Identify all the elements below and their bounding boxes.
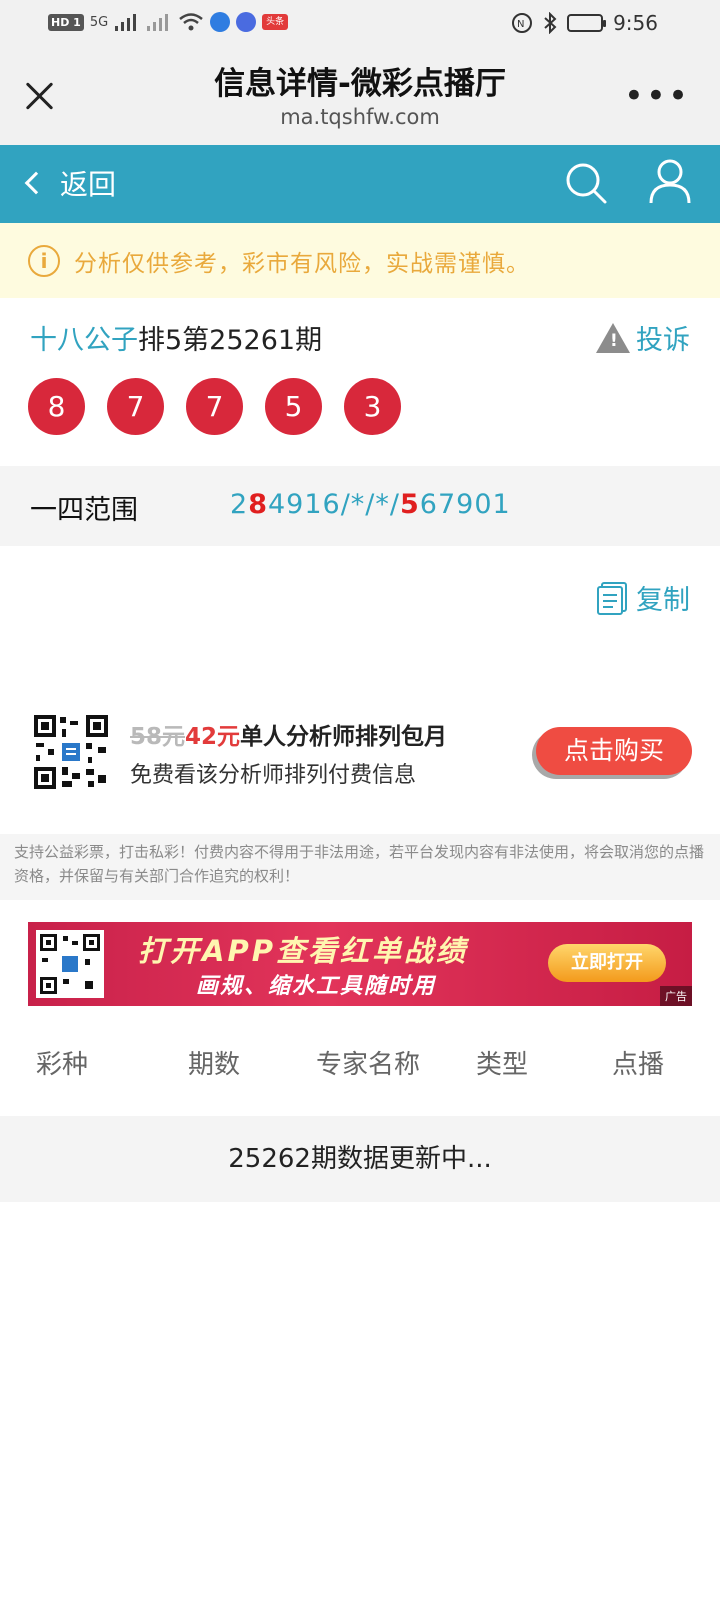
table-empty-state: 25262期数据更新中... xyxy=(0,1116,720,1202)
promo-desc: 单人分析师排列包月 xyxy=(240,724,448,750)
svg-text:N: N xyxy=(517,19,524,30)
app-notification-icon xyxy=(210,12,231,32)
chevron-left-icon xyxy=(24,171,48,195)
clock: 9:56 xyxy=(613,11,658,35)
notice-text: 分析仅供参考，彩市有风险，实战需谨慎。 xyxy=(74,250,530,277)
result-ball: 8 xyxy=(28,378,85,435)
news-notification-icon: 头条 xyxy=(262,14,289,30)
disclaimer: 支持公益彩票，打击私彩！付费内容不得用于非法用途，若平台发现内容有非法使用，将会… xyxy=(0,834,720,900)
ad-qr-code-icon xyxy=(36,930,104,998)
status-left: HD 1 5G 头条 xyxy=(48,12,289,32)
expert-name-link[interactable]: 十八公子 xyxy=(30,325,138,356)
result-ball: 7 xyxy=(186,378,243,435)
range-part: 4916/*/*/ xyxy=(267,489,400,520)
range-value: 284916/*/*/567901 xyxy=(230,489,511,520)
range-highlight: 5 xyxy=(400,489,420,520)
wifi-icon xyxy=(179,13,203,31)
column-header-type: 类型 xyxy=(476,1050,529,1080)
copy-button[interactable]: 复制 xyxy=(596,578,690,617)
table-header: 彩种 期数 专家名称 类型 点播 xyxy=(0,1044,720,1094)
promo-subtitle: 免费看该分析师排列付费信息 xyxy=(130,763,417,788)
user-icon[interactable] xyxy=(648,159,692,205)
battery-icon xyxy=(567,14,607,32)
copy-icon xyxy=(597,581,627,615)
warning-icon: ! xyxy=(596,322,630,353)
music-notification-icon xyxy=(236,12,257,32)
qr-code-icon xyxy=(32,713,110,791)
range-highlight: 8 xyxy=(248,489,268,520)
range-row: 一四范围 284916/*/*/567901 xyxy=(0,466,720,546)
bluetooth-icon xyxy=(544,12,557,34)
more-menu-icon[interactable]: ••• xyxy=(624,79,690,113)
ad-subline: 画规、缩水工具随时用 xyxy=(196,974,437,999)
info-icon: i xyxy=(28,244,60,277)
back-button[interactable]: 返回 xyxy=(24,163,117,203)
network-badge: HD 1 xyxy=(48,13,84,31)
range-part: 2 xyxy=(230,489,249,520)
result-balls: 8 7 7 5 3 xyxy=(28,378,401,435)
result-ball: 3 xyxy=(344,378,401,435)
nav-bar: 返回 xyxy=(0,145,720,223)
signal-bars-2-icon xyxy=(147,14,169,31)
signal-label: 5G xyxy=(89,14,109,30)
column-header-play: 点播 xyxy=(612,1050,665,1080)
issue-name: 排5第25261期 xyxy=(138,325,323,356)
subscription-promo: 58元42元单人分析师排列包月 免费看该分析师排列付费信息 点击购买 xyxy=(0,705,720,805)
ad-open-button[interactable]: 立即打开 xyxy=(548,944,666,982)
result-ball: 5 xyxy=(265,378,322,435)
search-icon[interactable] xyxy=(564,161,608,205)
column-header-issue: 期数 xyxy=(188,1050,241,1080)
column-header-lottery: 彩种 xyxy=(36,1050,89,1080)
copy-label: 复制 xyxy=(636,585,690,616)
new-price: 42元 xyxy=(185,724,241,750)
issue-header: 十八公子排5第25261期 ! 投诉 xyxy=(30,318,690,358)
status-right: N 9:56 xyxy=(511,11,658,35)
promo-price: 58元42元单人分析师排列包月 xyxy=(130,717,447,751)
old-price: 58元 xyxy=(130,724,186,750)
complain-label: 投诉 xyxy=(636,325,690,356)
ad-banner[interactable]: 打开APP查看红单战绩 画规、缩水工具随时用 立即打开 广告 xyxy=(28,922,692,1006)
page-title: 信息详情-微彩点播厅 xyxy=(214,66,506,102)
range-label: 一四范围 xyxy=(30,495,138,526)
column-header-expert: 专家名称 xyxy=(316,1050,421,1080)
nfc-icon: N xyxy=(512,13,533,33)
complain-button[interactable]: ! 投诉 xyxy=(596,318,690,357)
signal-bars-icon xyxy=(115,14,137,31)
browser-header: 信息详情-微彩点播厅 ma.tqshfw.com ••• xyxy=(0,50,720,145)
ad-tag: 广告 xyxy=(660,986,692,1006)
risk-notice: i 分析仅供参考，彩市有风险，实战需谨慎。 xyxy=(0,223,720,298)
ad-headline: 打开APP查看红单战绩 xyxy=(138,934,468,968)
result-ball: 7 xyxy=(107,378,164,435)
buy-button[interactable]: 点击购买 xyxy=(536,727,692,775)
back-label: 返回 xyxy=(60,168,117,201)
range-part: 67901 xyxy=(419,489,511,520)
status-bar: HD 1 5G 头条 N 9:56 xyxy=(0,0,720,50)
page-url: ma.tqshfw.com xyxy=(280,105,440,129)
